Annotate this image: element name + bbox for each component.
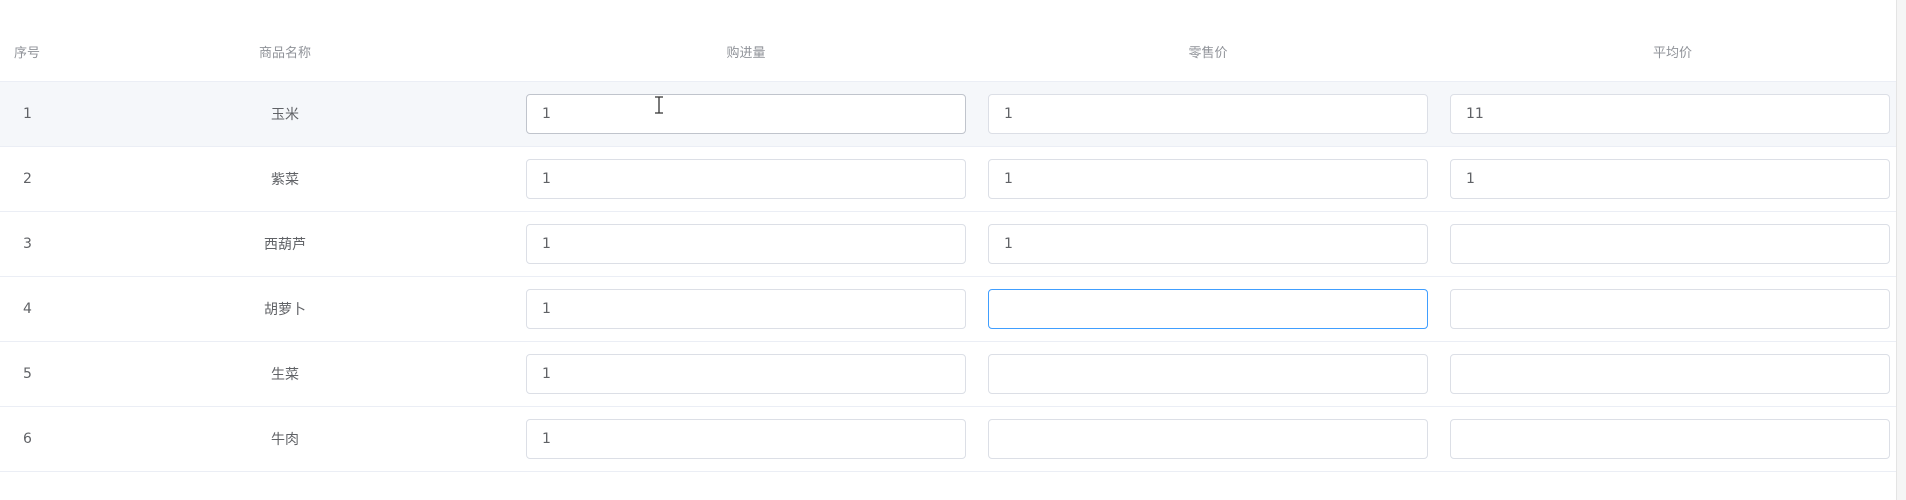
header-purchase-qty: 购进量 bbox=[515, 22, 977, 82]
avg-price-input[interactable] bbox=[1450, 419, 1890, 459]
product-name: 玉米 bbox=[55, 81, 515, 147]
retail-price-input[interactable] bbox=[988, 419, 1428, 459]
row-index: 2 bbox=[0, 146, 55, 212]
avg-price-input[interactable] bbox=[1450, 94, 1890, 134]
table-row: 6 牛肉 bbox=[0, 406, 1906, 472]
avg-price-input[interactable] bbox=[1450, 289, 1890, 329]
retail-price-input[interactable] bbox=[988, 354, 1428, 394]
avg-price-input[interactable] bbox=[1450, 354, 1890, 394]
header-avg-price: 平均价 bbox=[1439, 22, 1906, 82]
retail-price-input[interactable] bbox=[988, 159, 1428, 199]
row-index: 1 bbox=[0, 81, 55, 147]
retail-price-input-focused[interactable] bbox=[988, 289, 1428, 329]
header-retail-price: 零售价 bbox=[977, 22, 1439, 82]
table-row: 2 紫菜 bbox=[0, 146, 1906, 212]
table-row: 5 生菜 bbox=[0, 341, 1906, 407]
header-product-name: 商品名称 bbox=[55, 22, 515, 82]
purchase-qty-input[interactable] bbox=[526, 94, 966, 134]
row-index: 3 bbox=[0, 211, 55, 277]
purchase-qty-input[interactable] bbox=[526, 289, 966, 329]
product-name: 胡萝卜 bbox=[55, 276, 515, 342]
avg-price-input[interactable] bbox=[1450, 224, 1890, 264]
table-header-row: 序号 商品名称 购进量 零售价 平均价 bbox=[0, 22, 1906, 82]
purchase-qty-input[interactable] bbox=[526, 354, 966, 394]
table-row: 4 胡萝卜 bbox=[0, 276, 1906, 342]
product-name: 牛肉 bbox=[55, 406, 515, 472]
retail-price-input[interactable] bbox=[988, 94, 1428, 134]
product-name: 紫菜 bbox=[55, 146, 515, 212]
vertical-scrollbar[interactable] bbox=[1896, 0, 1906, 500]
purchase-qty-input[interactable] bbox=[526, 419, 966, 459]
row-index: 6 bbox=[0, 406, 55, 472]
product-name: 生菜 bbox=[55, 341, 515, 407]
product-name: 西葫芦 bbox=[55, 211, 515, 277]
purchase-qty-input[interactable] bbox=[526, 159, 966, 199]
table-row: 3 西葫芦 bbox=[0, 211, 1906, 277]
table-row: 1 玉米 bbox=[0, 81, 1906, 147]
row-index: 5 bbox=[0, 341, 55, 407]
row-index: 4 bbox=[0, 276, 55, 342]
avg-price-input[interactable] bbox=[1450, 159, 1890, 199]
header-index: 序号 bbox=[0, 22, 55, 82]
product-table: 序号 商品名称 购进量 零售价 平均价 1 玉米 2 紫菜 bbox=[0, 22, 1906, 472]
purchase-qty-input[interactable] bbox=[526, 224, 966, 264]
retail-price-input[interactable] bbox=[988, 224, 1428, 264]
